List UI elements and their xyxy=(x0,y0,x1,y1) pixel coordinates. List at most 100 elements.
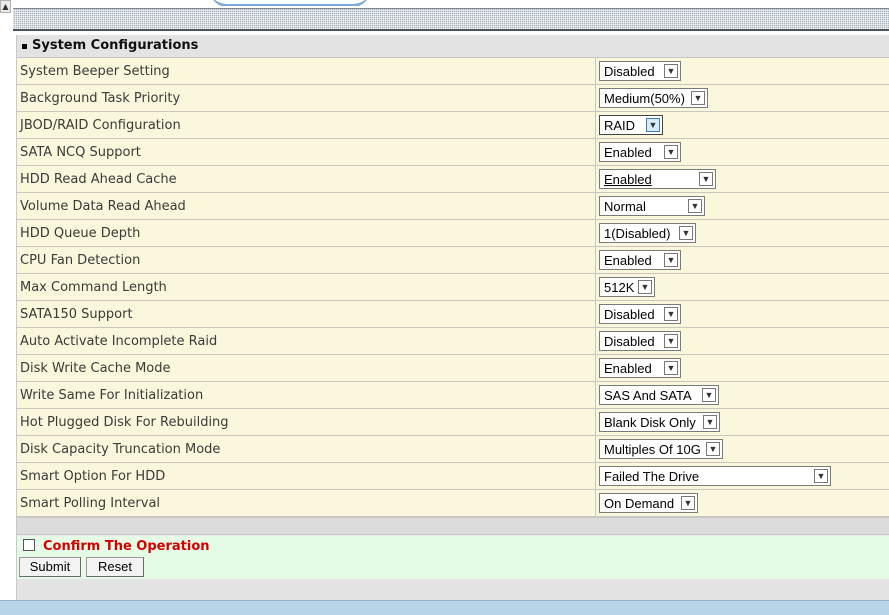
reset-button[interactable]: Reset xyxy=(86,557,144,577)
confirm-operation-checkbox[interactable] xyxy=(23,539,35,551)
column-divider xyxy=(595,247,596,273)
bullet-icon xyxy=(22,44,27,49)
header-pattern-bar xyxy=(13,8,889,29)
chevron-down-icon[interactable]: ▼ xyxy=(703,415,717,429)
chevron-down-icon[interactable]: ▼ xyxy=(664,307,678,321)
column-divider xyxy=(595,220,596,246)
select-value: Enabled xyxy=(604,361,652,376)
disk-capacity-truncation-select[interactable]: Multiples Of 10G ▼ xyxy=(599,439,723,459)
setting-label: CPU Fan Detection xyxy=(20,253,141,268)
select-value: On Demand xyxy=(604,496,675,511)
config-rows: System Beeper Setting Disabled ▼ Backgro… xyxy=(17,58,889,517)
setting-label: Max Command Length xyxy=(20,280,167,295)
config-row: Write Same For Initialization SAS And SA… xyxy=(17,382,889,409)
chevron-down-icon[interactable]: ▼ xyxy=(664,361,678,375)
setting-label: Background Task Priority xyxy=(20,91,181,106)
smart-option-for-hdd-select[interactable]: Failed The Drive ▼ xyxy=(599,466,831,486)
chevron-down-icon[interactable]: ▼ xyxy=(664,145,678,159)
select-value: 512K xyxy=(604,280,635,295)
config-row: Smart Polling Interval On Demand ▼ xyxy=(17,490,889,517)
disk-write-cache-mode-select[interactable]: Enabled ▼ xyxy=(599,358,681,378)
chevron-down-icon[interactable]: ▼ xyxy=(706,442,720,456)
smart-polling-interval-select[interactable]: On Demand ▼ xyxy=(599,493,698,513)
write-same-for-initialization-select[interactable]: SAS And SATA ▼ xyxy=(599,385,719,405)
column-divider xyxy=(595,355,596,381)
confirm-operation-label[interactable]: Confirm The Operation xyxy=(43,539,210,554)
config-row: Disk Capacity Truncation Mode Multiples … xyxy=(17,436,889,463)
chevron-down-icon[interactable]: ▼ xyxy=(664,253,678,267)
page-footer-bar xyxy=(0,600,889,615)
select-value: Normal xyxy=(604,199,646,214)
hdd-queue-depth-select[interactable]: 1(Disabled) ▼ xyxy=(599,223,696,243)
column-divider xyxy=(595,490,596,516)
setting-label: Disk Capacity Truncation Mode xyxy=(20,442,221,457)
submit-button[interactable]: Submit xyxy=(19,557,81,577)
auto-activate-incomplete-raid-select[interactable]: Disabled ▼ xyxy=(599,331,681,351)
sata-ncq-support-select[interactable]: Enabled ▼ xyxy=(599,142,681,162)
chevron-down-icon[interactable]: ▼ xyxy=(664,64,678,78)
chevron-down-icon[interactable]: ▼ xyxy=(699,172,713,186)
config-row: SATA NCQ Support Enabled ▼ xyxy=(17,139,889,166)
column-divider xyxy=(595,436,596,462)
setting-label: System Beeper Setting xyxy=(20,64,170,79)
chevron-down-icon[interactable]: ▼ xyxy=(814,469,828,483)
chevron-down-icon[interactable]: ▼ xyxy=(702,388,716,402)
select-value: Multiples Of 10G xyxy=(604,442,701,457)
column-divider xyxy=(595,463,596,489)
chevron-down-icon[interactable]: ▼ xyxy=(679,226,693,240)
setting-label: HDD Queue Depth xyxy=(20,226,141,241)
hot-plugged-disk-rebuilding-select[interactable]: Blank Disk Only ▼ xyxy=(599,412,720,432)
select-value: Disabled xyxy=(604,64,655,79)
setting-label: Volume Data Read Ahead xyxy=(20,199,186,214)
volume-data-read-ahead-select[interactable]: Normal ▼ xyxy=(599,196,705,216)
column-divider xyxy=(595,328,596,354)
select-value: Enabled xyxy=(604,172,652,187)
cpu-fan-detection-select[interactable]: Enabled ▼ xyxy=(599,250,681,270)
select-value: Failed The Drive xyxy=(604,469,700,484)
jbod-raid-config-select[interactable]: RAID ▼ xyxy=(599,115,663,135)
config-row: Hot Plugged Disk For Rebuilding Blank Di… xyxy=(17,409,889,436)
config-row: SATA150 Support Disabled ▼ xyxy=(17,301,889,328)
config-row: CPU Fan Detection Enabled ▼ xyxy=(17,247,889,274)
column-divider xyxy=(595,193,596,219)
chevron-down-icon[interactable]: ▼ xyxy=(691,91,705,105)
chevron-down-icon[interactable]: ▼ xyxy=(688,199,702,213)
system-beeper-select[interactable]: Disabled ▼ xyxy=(599,61,681,81)
config-row: Volume Data Read Ahead Normal ▼ xyxy=(17,193,889,220)
config-row: HDD Queue Depth 1(Disabled) ▼ xyxy=(17,220,889,247)
chevron-down-icon[interactable]: ▼ xyxy=(664,334,678,348)
column-divider xyxy=(595,274,596,300)
config-row: Max Command Length 512K ▼ xyxy=(17,274,889,301)
column-divider xyxy=(595,139,596,165)
setting-label: SATA150 Support xyxy=(20,307,133,322)
sata150-support-select[interactable]: Disabled ▼ xyxy=(599,304,681,324)
setting-label: Smart Polling Interval xyxy=(20,496,161,511)
button-row: Submit Reset xyxy=(17,555,889,579)
section-header: System Configurations xyxy=(17,35,889,58)
hdd-read-ahead-cache-select[interactable]: Enabled ▼ xyxy=(599,169,716,189)
chevron-down-icon[interactable]: ▼ xyxy=(681,496,695,510)
column-divider xyxy=(595,58,596,84)
section-title: System Configurations xyxy=(32,38,199,53)
max-command-length-select[interactable]: 512K ▼ xyxy=(599,277,655,297)
config-row: JBOD/RAID Configuration RAID ▼ xyxy=(17,112,889,139)
confirm-operation-row: Confirm The Operation xyxy=(17,536,889,556)
scroll-up-icon[interactable]: ▲ xyxy=(0,0,11,13)
setting-label: HDD Read Ahead Cache xyxy=(20,172,177,187)
background-task-priority-select[interactable]: Medium(50%) ▼ xyxy=(599,88,708,108)
config-row: HDD Read Ahead Cache Enabled ▼ xyxy=(17,166,889,193)
setting-label: Hot Plugged Disk For Rebuilding xyxy=(20,415,229,430)
chevron-down-icon[interactable]: ▼ xyxy=(646,118,660,132)
select-value: 1(Disabled) xyxy=(604,226,671,241)
column-divider xyxy=(595,301,596,327)
header-divider xyxy=(13,29,889,31)
select-value: Disabled xyxy=(604,307,655,322)
setting-label: JBOD/RAID Configuration xyxy=(20,118,181,133)
select-value: RAID xyxy=(604,118,636,133)
spacer-bar xyxy=(17,517,889,535)
setting-label: Disk Write Cache Mode xyxy=(20,361,171,376)
chevron-down-icon[interactable]: ▼ xyxy=(638,280,652,294)
system-config-panel: System Configurations System Beeper Sett… xyxy=(16,35,889,600)
setting-label: Smart Option For HDD xyxy=(20,469,166,484)
select-value: SAS And SATA xyxy=(604,388,692,403)
